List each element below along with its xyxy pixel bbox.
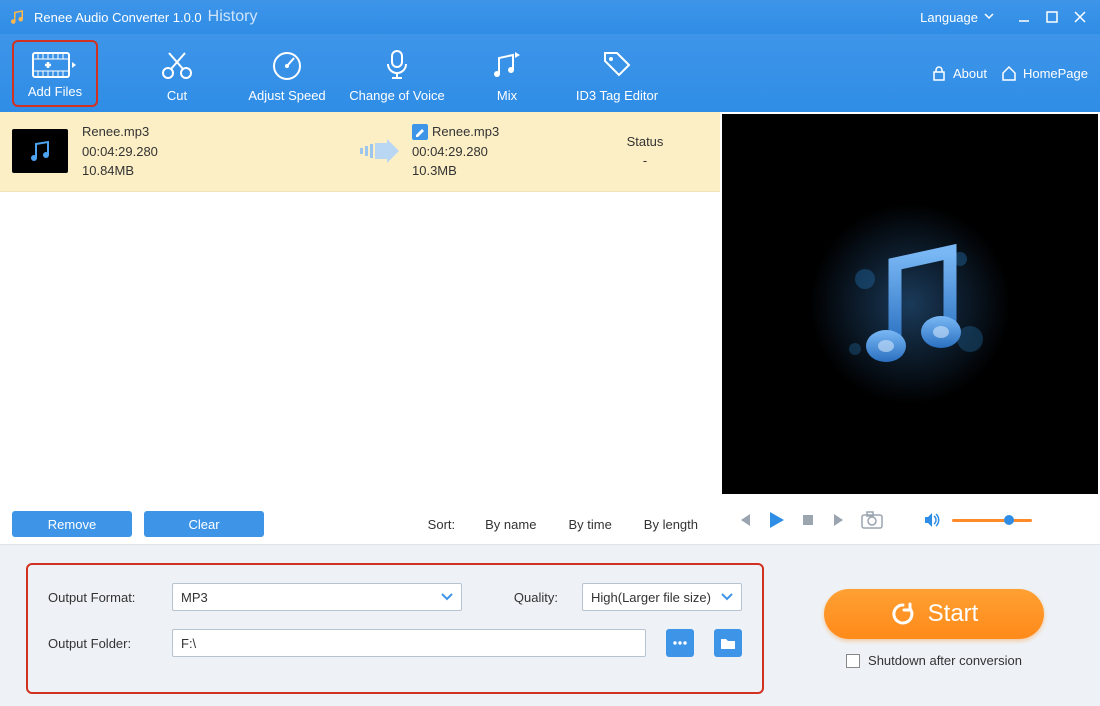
- destination-info: Renee.mp3 00:04:29.280 10.3MB: [412, 122, 582, 181]
- source-size: 10.84MB: [82, 161, 352, 181]
- home-icon: [1001, 65, 1017, 81]
- preview-panel: [720, 112, 1100, 544]
- source-filename: Renee.mp3: [82, 122, 352, 142]
- edit-icon[interactable]: [412, 124, 428, 140]
- volume-slider[interactable]: [952, 519, 1032, 522]
- microphone-icon: [379, 48, 415, 80]
- lock-icon: [931, 65, 947, 81]
- chevron-down-icon: [441, 593, 453, 601]
- change-voice-label: Change of Voice: [342, 88, 452, 103]
- mix-icon: [489, 48, 525, 80]
- snapshot-button[interactable]: [860, 508, 884, 532]
- volume-icon[interactable]: [920, 508, 944, 532]
- id3-tag-editor-button[interactable]: ID3 Tag Editor: [562, 44, 672, 103]
- shutdown-checkbox[interactable]: [846, 654, 860, 668]
- close-button[interactable]: [1066, 3, 1094, 31]
- start-label: Start: [928, 600, 979, 628]
- about-link[interactable]: About: [931, 65, 987, 81]
- sort-label: Sort:: [428, 517, 455, 532]
- toolbar: Add Files Cut Adjust Speed Change of Voi…: [0, 34, 1100, 112]
- file-list: Renee.mp3 00:04:29.280 10.84MB Renee.mp3…: [0, 112, 720, 504]
- about-label: About: [953, 66, 987, 81]
- prev-track-button[interactable]: [732, 508, 756, 532]
- mix-label: Mix: [452, 88, 562, 103]
- refresh-icon: [890, 601, 916, 627]
- output-folder-value: F:\: [181, 636, 196, 651]
- file-panel: Renee.mp3 00:04:29.280 10.84MB Renee.mp3…: [0, 112, 720, 544]
- destination-filename: Renee.mp3: [432, 122, 499, 142]
- destination-size: 10.3MB: [412, 161, 582, 181]
- browse-folder-button[interactable]: [666, 629, 694, 657]
- shutdown-option[interactable]: Shutdown after conversion: [846, 653, 1022, 668]
- quality-select[interactable]: High(Larger file size): [582, 583, 742, 611]
- preview-controls: [720, 496, 1100, 544]
- homepage-label: HomePage: [1023, 66, 1088, 81]
- folder-icon: [720, 636, 736, 650]
- scissors-icon: [159, 48, 195, 80]
- main-area: Renee.mp3 00:04:29.280 10.84MB Renee.mp3…: [0, 112, 1100, 544]
- chevron-down-icon: [721, 593, 733, 601]
- change-voice-button[interactable]: Change of Voice: [342, 44, 452, 103]
- play-button[interactable]: [764, 508, 788, 532]
- output-folder-label: Output Folder:: [48, 636, 158, 651]
- sort-by-time[interactable]: By time: [568, 517, 611, 532]
- app-logo-icon: [8, 8, 26, 26]
- music-thumb-icon: [25, 136, 55, 166]
- add-files-button[interactable]: Add Files: [12, 40, 98, 107]
- next-track-button[interactable]: [828, 508, 852, 532]
- source-info: Renee.mp3 00:04:29.280 10.84MB: [82, 122, 352, 181]
- mix-button[interactable]: Mix: [452, 44, 562, 103]
- shutdown-label: Shutdown after conversion: [868, 653, 1022, 668]
- preview-display: [722, 114, 1098, 494]
- add-files-label: Add Files: [14, 84, 96, 99]
- output-folder-input[interactable]: F:\: [172, 629, 646, 657]
- status-column: Status -: [582, 132, 708, 171]
- adjust-speed-label: Adjust Speed: [232, 88, 342, 103]
- minimize-button[interactable]: [1010, 3, 1038, 31]
- stop-button[interactable]: [796, 508, 820, 532]
- titlebar: Renee Audio Converter 1.0.0 History Lang…: [0, 0, 1100, 34]
- open-folder-button[interactable]: [714, 629, 742, 657]
- bottom-panel: Output Format: MP3 Quality: High(Larger …: [0, 544, 1100, 706]
- output-format-label: Output Format:: [48, 590, 158, 605]
- output-format-select[interactable]: MP3: [172, 583, 462, 611]
- destination-duration: 00:04:29.280: [412, 142, 582, 162]
- tag-icon: [599, 48, 635, 80]
- homepage-link[interactable]: HomePage: [1001, 65, 1088, 81]
- adjust-speed-button[interactable]: Adjust Speed: [232, 44, 342, 103]
- quality-value: High(Larger file size): [591, 590, 711, 605]
- status-label: Status: [582, 132, 708, 152]
- app-title: Renee Audio Converter 1.0.0: [34, 10, 202, 25]
- chevron-down-icon: [984, 13, 994, 21]
- status-value: -: [582, 151, 708, 171]
- output-format-value: MP3: [181, 590, 208, 605]
- language-menu[interactable]: Language: [920, 10, 994, 25]
- id3-label: ID3 Tag Editor: [562, 88, 672, 103]
- source-duration: 00:04:29.280: [82, 142, 352, 162]
- music-preview-icon: [810, 204, 1010, 404]
- file-thumbnail: [12, 129, 68, 173]
- sort-by-name[interactable]: By name: [485, 517, 536, 532]
- sort-by-length[interactable]: By length: [644, 517, 698, 532]
- ellipsis-icon: [672, 638, 688, 648]
- convert-arrow-icon: [352, 137, 412, 165]
- file-row[interactable]: Renee.mp3 00:04:29.280 10.84MB Renee.mp3…: [0, 112, 720, 192]
- start-column: Start Shutdown after conversion: [794, 563, 1074, 694]
- output-settings: Output Format: MP3 Quality: High(Larger …: [26, 563, 764, 694]
- history-link[interactable]: History: [208, 8, 258, 26]
- start-button[interactable]: Start: [824, 589, 1044, 639]
- gauge-icon: [269, 48, 305, 80]
- filmstrip-add-icon: [32, 50, 78, 80]
- quality-label: Quality:: [514, 590, 558, 605]
- clear-button[interactable]: Clear: [144, 511, 264, 537]
- maximize-button[interactable]: [1038, 3, 1066, 31]
- list-actions: Remove Clear Sort: By name By time By le…: [0, 504, 720, 544]
- cut-button[interactable]: Cut: [122, 44, 232, 103]
- remove-button[interactable]: Remove: [12, 511, 132, 537]
- cut-label: Cut: [122, 88, 232, 103]
- language-label: Language: [920, 10, 978, 25]
